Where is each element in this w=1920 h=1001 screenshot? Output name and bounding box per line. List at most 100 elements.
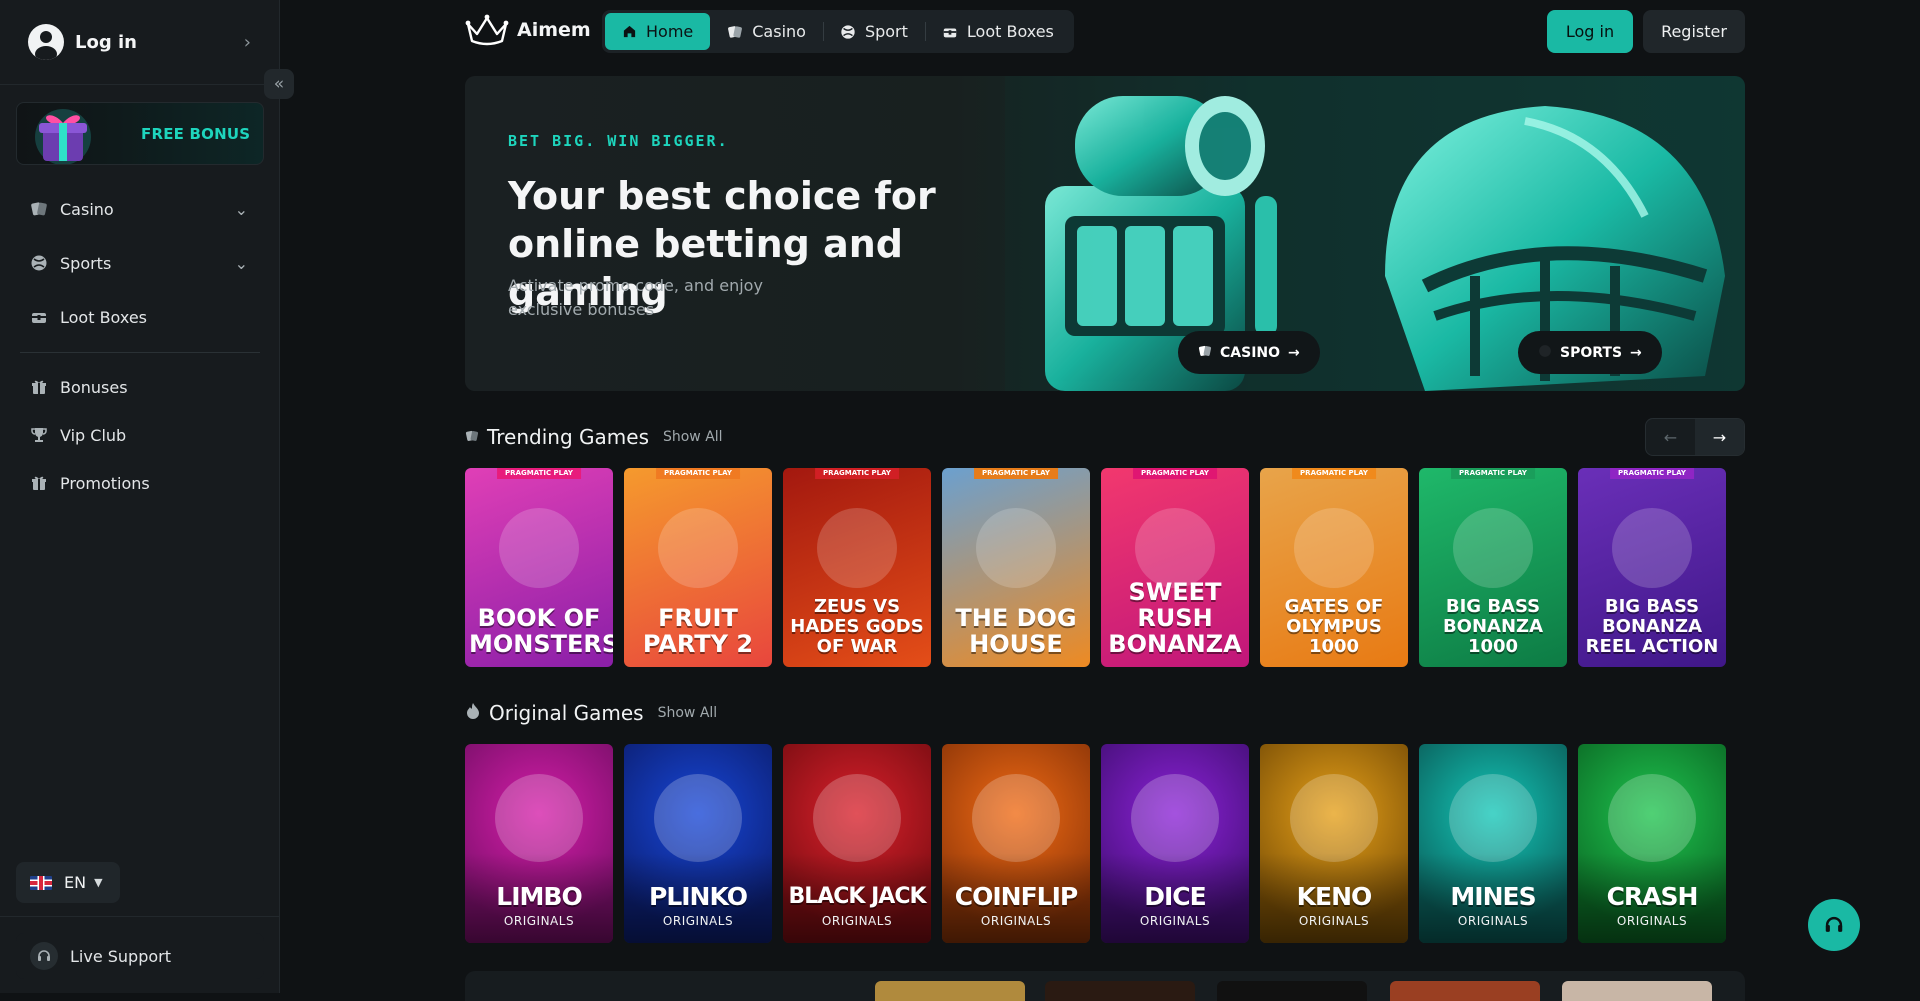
game-card[interactable]: PRAGMATIC PLAY ZEUS VS HADES GODS OF WAR bbox=[783, 468, 931, 667]
next-section-preview bbox=[465, 971, 1745, 1001]
sidebar-nav: Casino ⌄ Sports ⌄ Loot Boxes Bonuses Vip… bbox=[20, 182, 260, 507]
original-game-card[interactable]: LIMBO ORIGINALS bbox=[465, 744, 613, 943]
trending-show-all-link[interactable]: Show All bbox=[663, 429, 723, 445]
originals-title: Original Games bbox=[489, 701, 644, 725]
login-button[interactable]: Log in bbox=[1547, 10, 1633, 53]
chevron-down-icon: ▼ bbox=[94, 876, 103, 889]
original-game-card[interactable]: BLACK JACK ORIGINALS bbox=[783, 744, 931, 943]
game-card[interactable]: PRAGMATIC PLAY BIG BASS BONANZA 1000 bbox=[1419, 468, 1567, 667]
live-support-button[interactable]: Live Support bbox=[16, 933, 264, 979]
sidebar-item-label: Casino bbox=[60, 199, 114, 219]
game-title: GATES OF OLYMPUS 1000 bbox=[1284, 596, 1384, 657]
game-title: BOOK OF MONSTERS bbox=[469, 604, 613, 658]
sidebar-login-label: Log in bbox=[75, 31, 137, 53]
ball-icon bbox=[30, 254, 48, 272]
original-game-card[interactable]: COINFLIP ORIGINALS bbox=[942, 744, 1090, 943]
chevron-down-icon: ⌄ bbox=[234, 253, 248, 273]
free-bonus-banner[interactable]: FREE BONUS bbox=[16, 102, 264, 165]
provider-tag: PRAGMATIC PLAY bbox=[656, 468, 740, 479]
game-title: LIMBO bbox=[496, 882, 582, 911]
game-card[interactable]: PRAGMATIC PLAY SWEET RUSH BONANZA bbox=[1101, 468, 1249, 667]
tab-home-label: Home bbox=[646, 22, 694, 41]
hero-casino-button[interactable]: CASINO → bbox=[1178, 331, 1320, 374]
originals-label: ORIGINALS bbox=[821, 914, 893, 928]
tab-casino[interactable]: Casino bbox=[710, 13, 823, 50]
provider-tag: PRAGMATIC PLAY bbox=[1133, 468, 1217, 479]
provider-tag: PRAGMATIC PLAY bbox=[497, 468, 581, 479]
original-game-card[interactable]: DICE ORIGINALS bbox=[1101, 744, 1249, 943]
chevron-down-icon: ⌄ bbox=[234, 199, 248, 219]
originals-show-all-link[interactable]: Show All bbox=[658, 705, 718, 721]
cards-icon bbox=[727, 24, 743, 40]
arrow-right-icon[interactable]: → bbox=[1695, 419, 1744, 455]
game-title: FRUIT PARTY 2 bbox=[642, 604, 754, 658]
provider-tag: PRAGMATIC PLAY bbox=[1451, 468, 1535, 479]
ball-icon bbox=[840, 24, 856, 40]
game-title: BIG BASS BONANZA 1000 bbox=[1442, 596, 1544, 657]
register-button[interactable]: Register bbox=[1643, 10, 1745, 53]
original-game-card[interactable]: CRASH ORIGINALS bbox=[1578, 744, 1726, 943]
originals-label: ORIGINALS bbox=[662, 914, 734, 928]
arrow-left-icon[interactable]: ← bbox=[1646, 419, 1695, 455]
ball-icon bbox=[1538, 344, 1552, 362]
chat-support-button[interactable] bbox=[1808, 899, 1860, 951]
original-game-card[interactable]: PLINKO ORIGINALS bbox=[624, 744, 772, 943]
tab-sport[interactable]: Sport bbox=[822, 13, 925, 50]
game-card[interactable]: PRAGMATIC PLAY THE DOG HOUSE bbox=[942, 468, 1090, 667]
support-section: Live Support bbox=[0, 916, 280, 993]
cards-icon bbox=[1198, 344, 1212, 362]
hero-kicker: BET BIG. WIN BIGGER. bbox=[508, 132, 729, 150]
headset-icon bbox=[30, 942, 58, 970]
uk-flag-icon bbox=[30, 875, 52, 890]
game-title: SWEET RUSH BONANZA bbox=[1108, 578, 1242, 658]
sidebar-item-promotions[interactable]: Promotions bbox=[20, 459, 260, 507]
game-title: BIG BASS BONANZA REEL ACTION bbox=[1585, 596, 1719, 657]
language-selector[interactable]: EN ▼ bbox=[16, 862, 120, 903]
hero-sports-label: SPORTS bbox=[1560, 344, 1623, 361]
sidebar-item-loot-boxes[interactable]: Loot Boxes bbox=[20, 290, 260, 344]
game-card[interactable]: PRAGMATIC PLAY GATES OF OLYMPUS 1000 bbox=[1260, 468, 1408, 667]
gift-icon bbox=[30, 474, 48, 492]
trending-header: Trending Games Show All bbox=[465, 425, 723, 449]
original-games-row: LIMBO ORIGINALS PLINKO ORIGINALS BLACK JACK O… bbox=[465, 744, 1726, 943]
game-card[interactable]: PRAGMATIC PLAY FRUIT PARTY 2 bbox=[624, 468, 772, 667]
live-support-label: Live Support bbox=[70, 946, 172, 966]
game-title: KENO bbox=[1296, 882, 1373, 911]
sidebar-item-casino[interactable]: Casino ⌄ bbox=[20, 182, 260, 236]
provider-tag: PRAGMATIC PLAY bbox=[974, 468, 1058, 479]
tab-home[interactable]: Home bbox=[605, 13, 711, 50]
trophy-icon bbox=[30, 426, 48, 444]
sidebar-item-label: Sports bbox=[60, 253, 112, 273]
sidebar-item-sports[interactable]: Sports ⌄ bbox=[20, 236, 260, 290]
original-game-card[interactable]: KENO ORIGINALS bbox=[1260, 744, 1408, 943]
cards-icon bbox=[465, 428, 479, 447]
game-title: DICE bbox=[1144, 882, 1206, 911]
game-card[interactable]: PRAGMATIC PLAY BOOK OF MONSTERS bbox=[465, 468, 613, 667]
game-title: MINES bbox=[1450, 882, 1536, 911]
trending-games-row: PRAGMATIC PLAY BOOK OF MONSTERS PRAGMATIC … bbox=[465, 468, 1726, 667]
game-title: PLINKO bbox=[649, 882, 748, 911]
fire-icon bbox=[465, 702, 481, 724]
collapse-sidebar-button[interactable]: « bbox=[264, 69, 294, 99]
hero-sports-button[interactable]: SPORTS → bbox=[1518, 331, 1662, 374]
game-card[interactable]: PRAGMATIC PLAY BIG BASS BONANZA REEL ACTI… bbox=[1578, 468, 1726, 667]
hero-subtitle: Activate promo code, and enjoy exclusive… bbox=[508, 276, 763, 319]
chevron-right-icon: › bbox=[243, 31, 251, 53]
carousel-arrows: ← → bbox=[1645, 418, 1745, 456]
brand-logo[interactable]: Aimem bbox=[465, 14, 591, 46]
chest-icon bbox=[942, 24, 958, 40]
sidebar-item-bonuses[interactable]: Bonuses bbox=[20, 363, 260, 411]
sidebar-item-label: Loot Boxes bbox=[60, 307, 147, 327]
original-game-card[interactable]: MINES ORIGINALS bbox=[1419, 744, 1567, 943]
sidebar-login[interactable]: Log in › bbox=[0, 0, 279, 85]
tab-casino-label: Casino bbox=[752, 22, 806, 41]
trending-title: Trending Games bbox=[487, 425, 649, 449]
hero-casino-label: CASINO bbox=[1220, 344, 1281, 361]
game-title: COINFLIP bbox=[954, 882, 1078, 911]
sidebar: Log in › FREE BONUS « Casino ⌄ Sports ⌄ … bbox=[0, 0, 294, 993]
tab-loot-boxes[interactable]: Loot Boxes bbox=[924, 13, 1071, 50]
sidebar-item-label: Bonuses bbox=[60, 377, 128, 397]
gift-box-icon bbox=[35, 109, 91, 164]
sidebar-item-vip-club[interactable]: Vip Club bbox=[20, 411, 260, 459]
hero-banner: BET BIG. WIN BIGGER. Your best choice fo… bbox=[465, 76, 1745, 391]
